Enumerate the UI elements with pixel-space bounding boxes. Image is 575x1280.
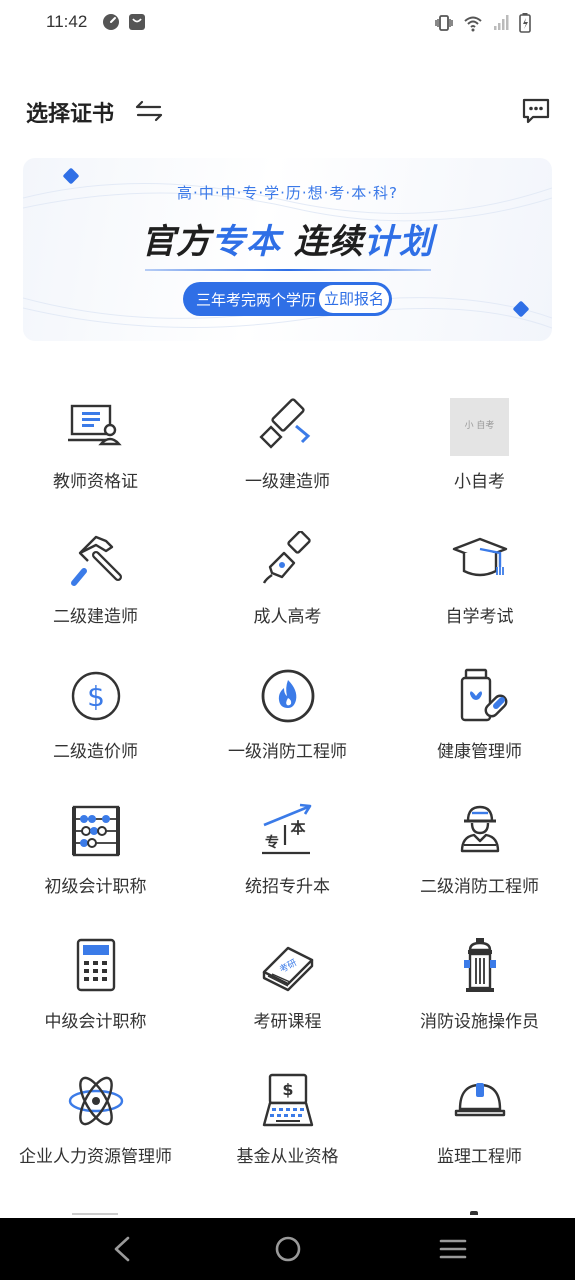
atom-icon xyxy=(68,1076,124,1126)
fire-hydrant-icon xyxy=(464,938,496,992)
cert-item-constructor-1[interactable]: 一级建造师 xyxy=(192,380,383,500)
banner-headline: 官方专本 连续计划 xyxy=(23,214,552,263)
cert-item-fire-engineer-2[interactable]: 二级消防工程师 xyxy=(384,785,575,905)
cert-item-hr-manager[interactable]: 企业人力资源管理师 xyxy=(0,1055,191,1175)
svg-text:本: 本 xyxy=(290,819,305,837)
promo-banner[interactable]: 高·中·中·专·学·历·想·考·本·科? 官方专本 连续计划 三年考完两个学历 … xyxy=(23,158,552,341)
graduation-cap-icon xyxy=(452,537,508,577)
cert-label: 初级会计职称 xyxy=(44,877,147,897)
cert-item-health-manager[interactable]: 健康管理师 xyxy=(384,650,575,770)
cert-label: 一级消防工程师 xyxy=(228,742,347,762)
hammer-icon xyxy=(71,535,122,586)
cert-item-intermediate-accounting[interactable]: 中级会计职称 xyxy=(0,920,191,1040)
laptop-screen-text: $ xyxy=(282,1080,293,1099)
cert-item-fire-engineer-1[interactable]: 一级消防工程师 xyxy=(192,650,383,770)
partial-item-icon xyxy=(72,1208,122,1218)
status-time: 11:42 xyxy=(46,12,88,31)
thumbnail-image: 小 自考 xyxy=(450,398,509,456)
partial-item-icon xyxy=(470,1208,486,1218)
message-icon[interactable] xyxy=(521,97,551,129)
cert-label: 自学考试 xyxy=(445,607,514,627)
register-now-button[interactable]: 立即报名 xyxy=(319,285,389,313)
banner-headline-part: 连续 xyxy=(281,222,364,262)
wifi-icon xyxy=(463,14,483,36)
cert-label: 二级造价师 xyxy=(53,742,138,762)
cert-label: 一级建造师 xyxy=(245,472,330,492)
cert-item-self-study-small[interactable]: 小 自考 小自考 xyxy=(384,380,575,500)
svg-text:专: 专 xyxy=(265,834,279,851)
cert-label: 消防设施操作员 xyxy=(420,1012,539,1032)
menu-lines-icon[interactable] xyxy=(438,1234,468,1268)
laptop-dollar-icon: $ xyxy=(262,1073,314,1127)
bag-icon xyxy=(128,13,146,35)
cert-item-fund-qualification[interactable]: $ 基金从业资格 xyxy=(192,1055,383,1175)
cert-item-adult-exam[interactable]: 成人高考 xyxy=(192,515,383,635)
header: 选择证书 xyxy=(0,80,575,142)
banner-headline-part: 专本 xyxy=(211,222,282,262)
signal-icon xyxy=(492,14,510,36)
cert-label: 监理工程师 xyxy=(437,1147,522,1167)
thumb-text: 小 自考 xyxy=(464,421,495,431)
battery-icon xyxy=(519,13,531,37)
swap-arrows-icon[interactable] xyxy=(134,99,164,127)
cert-label: 考研课程 xyxy=(253,1012,322,1032)
cert-item-postgraduate[interactable]: 考研 考研课程 xyxy=(192,920,383,1040)
fire-circle-icon xyxy=(261,669,315,723)
dollar-circle-icon: $ xyxy=(71,671,121,721)
calculator-icon xyxy=(76,938,116,992)
abacus-icon xyxy=(72,805,120,857)
teacher-screen-icon xyxy=(68,404,122,446)
banner-headline-part: 官方 xyxy=(141,222,212,262)
hard-hat-icon xyxy=(454,1083,506,1117)
page-title[interactable]: 选择证书 xyxy=(26,96,114,128)
banner-subtitle: 高·中·中·专·学·历·想·考·本·科? xyxy=(177,184,398,202)
cert-item-teacher[interactable]: 教师资格证 xyxy=(0,380,191,500)
cert-label: 二级消防工程师 xyxy=(420,877,539,897)
book-icon: 考研 xyxy=(262,946,314,992)
cert-label: 中级会计职称 xyxy=(44,1012,147,1032)
cert-label: 成人高考 xyxy=(253,607,322,627)
cert-item-supervision-engineer[interactable]: 监理工程师 xyxy=(384,1055,575,1175)
cert-label: 统招专升本 xyxy=(245,877,330,897)
cert-label: 基金从业资格 xyxy=(236,1147,339,1167)
system-nav-bar xyxy=(0,1218,575,1280)
home-circle-icon[interactable] xyxy=(273,1234,303,1268)
cert-label: 二级建造师 xyxy=(53,607,138,627)
cert-item-college-upgrade[interactable]: 专 本 统招专升本 xyxy=(192,785,383,905)
banner-headline-part: 计划 xyxy=(363,222,434,262)
cert-item-fire-facility-operator[interactable]: 消防设施操作员 xyxy=(384,920,575,1040)
paint-roller-icon xyxy=(259,398,311,449)
cert-label: 企业人力资源管理师 xyxy=(19,1147,172,1167)
svg-text:$: $ xyxy=(87,680,105,713)
firefighter-icon xyxy=(460,805,500,853)
medicine-bottle-icon xyxy=(460,668,508,722)
cert-label: 健康管理师 xyxy=(437,742,522,762)
fountain-pen-icon xyxy=(262,531,311,584)
register-now-label: 立即报名 xyxy=(323,290,384,308)
cert-label: 小自考 xyxy=(454,472,505,492)
vibrate-icon xyxy=(434,14,454,36)
cert-item-cost-engineer-2[interactable]: $ 二级造价师 xyxy=(0,650,191,770)
cert-label: 教师资格证 xyxy=(53,472,138,492)
banner-pill-text: 三年考完两个学历 xyxy=(196,291,317,309)
clock-badge-icon xyxy=(102,13,120,35)
status-bar: 11:42 xyxy=(0,0,575,50)
banner-divider xyxy=(145,269,431,271)
cert-item-self-study[interactable]: 自学考试 xyxy=(384,515,575,635)
cert-item-constructor-2[interactable]: 二级建造师 xyxy=(0,515,191,635)
upgrade-arrow-icon: 专 本 xyxy=(262,803,312,855)
back-triangle-icon[interactable] xyxy=(110,1234,134,1268)
banner-pill[interactable]: 三年考完两个学历 立即报名 xyxy=(183,282,392,316)
cert-item-junior-accounting[interactable]: 初级会计职称 xyxy=(0,785,191,905)
